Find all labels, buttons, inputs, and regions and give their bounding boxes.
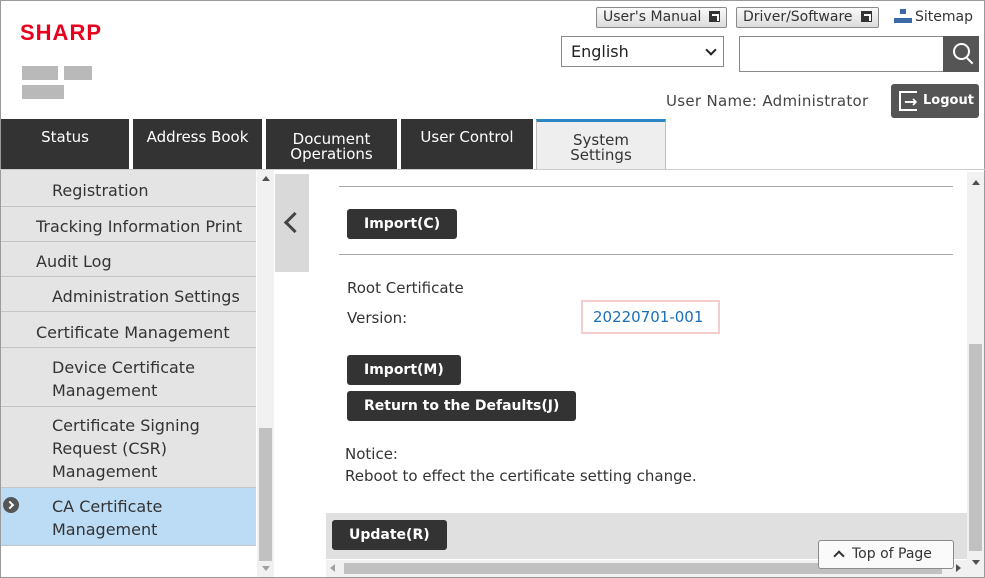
top-of-page-label: Top of Page <box>852 546 932 562</box>
top-of-page-button[interactable]: Top of Page <box>818 540 954 569</box>
chevron-right-circle-icon <box>3 497 19 513</box>
external-link-icon <box>860 11 872 22</box>
update-button[interactable]: Update(R) <box>332 520 447 550</box>
tab-address-book[interactable]: Address Book <box>133 119 262 170</box>
sidebar-item-tracking-information-print[interactable]: Tracking Information Print <box>1 207 256 242</box>
tab-system-settings[interactable]: System Settings <box>536 119 666 170</box>
sidebar-item-registration[interactable]: Registration <box>1 170 256 207</box>
external-link-icon <box>709 11 721 22</box>
scroll-left-icon[interactable] <box>330 564 335 572</box>
sidebar-menu: Registration Tracking Information Print … <box>1 170 256 577</box>
sidebar-item-label: Device Certificate <box>52 358 195 377</box>
sidebar-item-label: Management <box>52 462 158 481</box>
tab-label: Operations <box>290 145 373 163</box>
sitemap-icon <box>894 9 912 23</box>
tab-label: Status <box>41 128 89 146</box>
sidebar-item-label: Certificate Signing <box>52 416 200 435</box>
sharp-logo: SHARP <box>20 20 103 45</box>
tab-document-operations[interactable]: Document Operations <box>266 119 397 170</box>
sidebar-item-administration-settings[interactable]: Administration Settings <box>1 277 256 312</box>
scroll-up-icon[interactable] <box>262 176 270 181</box>
collapse-sidebar-button[interactable] <box>275 174 309 272</box>
users-manual-button[interactable]: User's Manual <box>596 7 728 28</box>
sidebar-item-label: CA Certificate <box>52 497 163 516</box>
sidebar-item-audit-log[interactable]: Audit Log <box>1 242 256 277</box>
sitemap-label: Sitemap <box>915 9 973 25</box>
sidebar-item-csr-management[interactable]: Certificate Signing Request (CSR) Manage… <box>1 407 256 488</box>
sidebar-item-label: Tracking Information Print <box>36 217 243 236</box>
sitemap-link[interactable]: Sitemap <box>894 9 973 25</box>
model-name-logo <box>22 62 142 99</box>
version-value: 20220701-001 <box>581 300 720 334</box>
logout-label: Logout <box>923 93 974 108</box>
main-scrollbar[interactable] <box>967 172 984 577</box>
sidebar-item-label: Management <box>52 381 158 400</box>
divider <box>339 254 953 255</box>
version-label: Version: <box>347 309 408 327</box>
search-input[interactable] <box>739 36 944 72</box>
logout-icon <box>899 85 917 119</box>
search-button[interactable] <box>943 36 979 72</box>
logout-button[interactable]: Logout <box>891 84 979 119</box>
sidebar-item-label: Request (CSR) <box>52 439 168 458</box>
sidebar-item-ca-certificate-management[interactable]: CA Certificate Management <box>1 488 256 546</box>
scroll-down-icon[interactable] <box>972 560 980 565</box>
scrollbar-thumb[interactable] <box>969 344 982 551</box>
return-to-defaults-button[interactable]: Return to the Defaults(J) <box>347 391 577 421</box>
scroll-right-icon[interactable] <box>956 564 961 572</box>
tab-label: User Control <box>420 128 514 146</box>
driver-software-button[interactable]: Driver/Software <box>736 7 879 28</box>
users-manual-label: User's Manual <box>603 9 702 25</box>
sidebar-item-label: Administration Settings <box>52 287 240 306</box>
sidebar-item-label: Audit Log <box>36 252 112 271</box>
sidebar-item-label: Certificate Management <box>36 323 230 342</box>
language-value: English <box>571 42 629 61</box>
sidebar-item-label: Management <box>52 520 158 539</box>
sidebar-item-certificate-management[interactable]: Certificate Management <box>1 312 256 348</box>
divider <box>339 186 953 187</box>
tab-label: Settings <box>570 146 632 164</box>
tab-status[interactable]: Status <box>1 119 129 170</box>
import-c-button[interactable]: Import(C) <box>347 209 458 239</box>
chevron-up-icon <box>833 550 845 562</box>
root-certificate-heading: Root Certificate <box>347 279 464 297</box>
scroll-down-icon[interactable] <box>262 566 270 571</box>
chevron-down-icon <box>705 44 717 56</box>
scroll-up-icon[interactable] <box>972 180 980 185</box>
tab-user-control[interactable]: User Control <box>401 119 533 170</box>
notice-text: Reboot to effect the certificate setting… <box>345 467 697 485</box>
import-m-button[interactable]: Import(M) <box>347 355 461 385</box>
scrollbar-thumb[interactable] <box>259 428 272 561</box>
driver-software-label: Driver/Software <box>743 9 853 25</box>
sidebar-scrollbar[interactable] <box>257 170 274 577</box>
language-select[interactable]: English <box>561 36 724 67</box>
sidebar-item-label: Registration <box>52 181 149 200</box>
user-name-label: User Name: Administrator <box>666 92 869 110</box>
sidebar-item-device-certificate-management[interactable]: Device Certificate Management <box>1 348 256 407</box>
main-tab-bar: Status Address Book Document Operations … <box>0 119 985 170</box>
tab-label: Address Book <box>146 128 249 146</box>
notice-label: Notice: <box>345 445 398 463</box>
